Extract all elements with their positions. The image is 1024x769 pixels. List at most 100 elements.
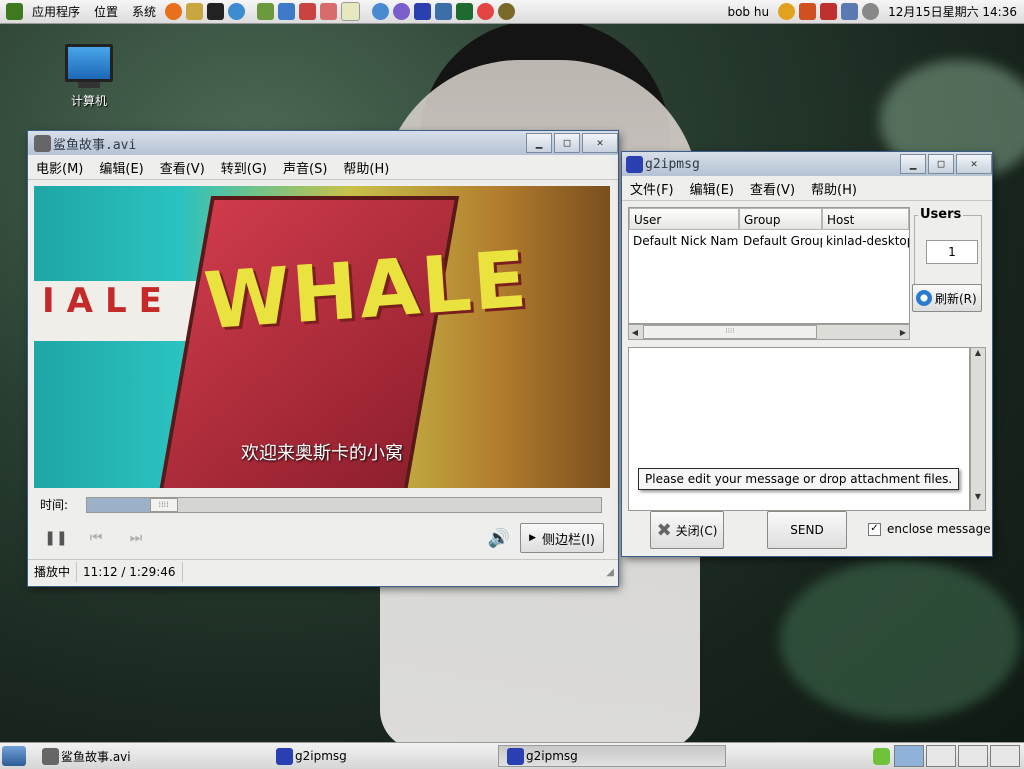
video-area[interactable]: IALE WHALE 欢迎来奥斯卡的小窝 — [34, 186, 610, 488]
menu-sound[interactable]: 声音(S) — [275, 158, 335, 177]
network-icon[interactable] — [228, 3, 246, 20]
menu-view[interactable]: 查看(V) — [742, 179, 803, 198]
g2ipmsg-window: g2ipmsg ▁ □ ✕ 文件(F) 编辑(E) 查看(V) 帮助(H) Us… — [622, 152, 992, 556]
table-hscrollbar[interactable]: ◀ ⁞⁞⁞⁞ ▶ — [628, 324, 910, 340]
ipmsg-titlebar[interactable]: g2ipmsg ▁ □ ✕ — [622, 152, 992, 176]
menu-movie[interactable]: 电影(M) — [28, 158, 91, 177]
firefox-icon[interactable] — [165, 3, 183, 20]
g2ipmsg-launcher-icon[interactable] — [414, 3, 432, 20]
task-g2ipmsg[interactable]: g2ipmsg — [268, 745, 496, 767]
input-method-icon[interactable] — [799, 3, 817, 20]
maximize-button[interactable]: □ — [554, 133, 580, 153]
workspace-1[interactable] — [894, 745, 924, 767]
system-monitor-icon[interactable] — [456, 3, 474, 20]
previous-icon[interactable]: ⏮ — [82, 530, 110, 546]
minimize-button[interactable]: ▁ — [526, 133, 552, 153]
menu-system[interactable]: 系统 — [125, 1, 163, 23]
message-vscrollbar[interactable]: ▲ ▼ — [970, 347, 986, 511]
update-icon[interactable] — [372, 3, 390, 20]
column-header-host[interactable]: Host — [822, 208, 909, 230]
trash-icon[interactable] — [873, 747, 890, 765]
show-desktop-icon[interactable] — [2, 746, 26, 766]
scroll-right-icon[interactable]: ▶ — [897, 328, 909, 337]
refresh-label: 刷新(R) — [935, 291, 977, 306]
task-g2ipmsg-active[interactable]: g2ipmsg — [498, 745, 726, 767]
workspace-4[interactable] — [990, 745, 1020, 767]
pidgin-icon[interactable] — [393, 3, 411, 20]
table-row[interactable]: Default Nick Name Default Group kinlad-d… — [629, 230, 909, 252]
file-manager-icon[interactable] — [435, 3, 453, 20]
menu-help[interactable]: 帮助(H) — [803, 179, 865, 198]
menu-applications[interactable]: 应用程序 — [25, 1, 87, 23]
send-button[interactable]: SEND — [767, 511, 847, 549]
menu-view[interactable]: 查看(V) — [152, 158, 213, 177]
top-panel: 应用程序 位置 系统 bob hu 12月15日星期六 14:36 — [0, 0, 1024, 24]
column-header-group[interactable]: Group — [739, 208, 822, 230]
sidebar-label: 侧边栏(I) — [542, 532, 595, 548]
checkbox-box[interactable]: ✓ — [868, 522, 881, 536]
help-lifebuoy-icon[interactable] — [477, 3, 495, 20]
hscroll-thumb[interactable]: ⁞⁞⁞⁞ — [643, 325, 817, 339]
maximize-button[interactable]: □ — [928, 154, 954, 174]
scroll-left-icon[interactable]: ◀ — [629, 328, 641, 337]
cell-host: kinlad-desktop — [826, 234, 909, 248]
player-titlebar[interactable]: 鲨鱼故事.avi ▁ □ ✕ — [28, 131, 618, 155]
clock[interactable]: 12月15日星期六 14:36 — [881, 1, 1024, 23]
text-editor-icon[interactable] — [341, 2, 361, 21]
ipmsg-task-icon — [276, 747, 293, 765]
ipmsg-app-icon[interactable] — [626, 155, 643, 173]
package-icon[interactable] — [299, 3, 317, 20]
ipmsg-task-icon — [507, 747, 524, 765]
menu-file[interactable]: 文件(F) — [622, 179, 682, 198]
desktop-icon-computer[interactable]: 计算机 — [62, 44, 116, 109]
user-list-table[interactable]: User Group Host Default Nick Name Defaul… — [628, 207, 910, 324]
movie-player-window: 鲨鱼故事.avi ▁ □ ✕ 电影(M) 编辑(E) 查看(V) 转到(G) 声… — [28, 131, 618, 586]
volume-button-icon[interactable]: 🔊 — [488, 528, 510, 549]
task-movie-player[interactable]: 鲨鱼故事.avi — [34, 745, 266, 767]
player-title: 鲨鱼故事.avi — [53, 137, 137, 153]
computer-icon — [65, 44, 113, 82]
cell-group: Default Group — [743, 234, 822, 248]
dictionary-icon[interactable] — [186, 3, 204, 20]
calculator-icon[interactable] — [257, 3, 275, 20]
tools-icon[interactable] — [320, 3, 338, 20]
scroll-up-icon[interactable]: ▲ — [971, 348, 985, 360]
menu-go[interactable]: 转到(G) — [213, 158, 275, 177]
enclose-message-checkbox[interactable]: ✓ enclose message — [868, 522, 991, 536]
player-statusbar: 播放中 11:12 / 1:29:46 ◢ — [28, 559, 618, 584]
gnome-foot-icon[interactable] — [6, 3, 23, 20]
workspace-3[interactable] — [958, 745, 988, 767]
status-state: 播放中 — [28, 562, 78, 582]
column-header-user[interactable]: User — [629, 208, 739, 230]
task-label: 鲨鱼故事.avi — [61, 749, 131, 764]
menu-edit[interactable]: 编辑(E) — [682, 179, 742, 198]
keyring-icon[interactable] — [778, 3, 796, 20]
pause-icon[interactable]: ❚❚ — [42, 530, 70, 546]
close-button[interactable]: ✕ — [582, 133, 618, 153]
seek-thumb[interactable]: ⁞⁞⁞⁞ — [149, 497, 178, 512]
document-viewer-icon[interactable] — [278, 3, 296, 20]
volume-icon[interactable] — [862, 3, 880, 20]
sidebar-toggle-button[interactable]: ▶ 侧边栏(I) — [520, 523, 604, 553]
seek-row: 时间: ⁞⁞⁞⁞ — [40, 496, 603, 513]
workspace-2[interactable] — [926, 745, 956, 767]
seek-bar[interactable]: ⁞⁞⁞⁞ — [86, 496, 603, 513]
terminal-icon[interactable] — [207, 3, 225, 20]
wallpaper-leaves — [780, 560, 1020, 720]
minimize-button[interactable]: ▁ — [900, 154, 926, 174]
clock-applet-icon[interactable] — [498, 3, 516, 20]
video-subtitle: 欢迎来奥斯卡的小窝 — [241, 443, 403, 464]
player-app-icon[interactable] — [34, 134, 51, 152]
username[interactable]: bob hu — [720, 1, 776, 23]
menu-places[interactable]: 位置 — [87, 1, 125, 23]
menu-edit[interactable]: 编辑(E) — [91, 158, 151, 177]
refresh-button[interactable]: 刷新(R) — [912, 284, 982, 312]
menu-help[interactable]: 帮助(H) — [335, 158, 397, 177]
close-button[interactable]: ✕ — [956, 154, 992, 174]
smart-input-icon[interactable] — [820, 3, 838, 20]
network-status-icon[interactable] — [841, 3, 859, 20]
scroll-down-icon[interactable]: ▼ — [971, 492, 985, 504]
resize-grip-icon[interactable]: ◢ — [606, 567, 614, 578]
close-dialog-button[interactable]: ✖ 关闭(C) — [650, 511, 724, 549]
next-icon[interactable]: ⏭ — [122, 530, 150, 546]
